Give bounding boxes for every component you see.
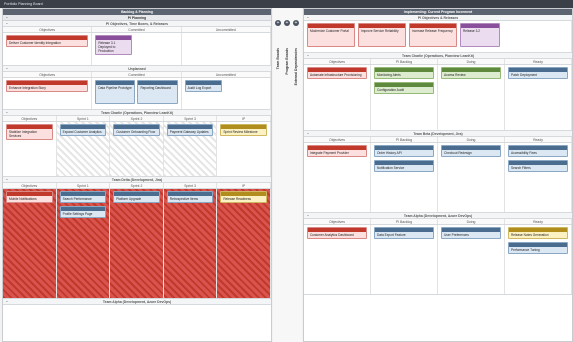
team-boards-label[interactable]: Team Boards: [276, 48, 280, 69]
card[interactable]: Release Notes Generation: [508, 227, 568, 239]
card[interactable]: Customer Onboarding Flow: [113, 124, 160, 136]
card[interactable]: Patch Deployment: [508, 67, 568, 79]
card[interactable]: Stabilize Integration Services: [6, 124, 53, 140]
card[interactable]: Data Export Feature: [374, 227, 434, 239]
card[interactable]: Expand Customer Analytics: [59, 124, 107, 136]
card[interactable]: Checkout Redesign: [441, 145, 501, 157]
team-lane-header[interactable]: − Team Beta (Development, Jira): [304, 131, 572, 137]
card[interactable]: Access Review: [441, 67, 501, 79]
card[interactable]: Release 3.1 Deployed to Production: [95, 35, 133, 55]
card[interactable]: Customer Analytics Dashboard: [307, 227, 367, 239]
team-delta-lane: Mobile Notifications Search Performance P…: [3, 189, 271, 299]
board-switcher: + + + Team Boards Program Boards Externa…: [273, 8, 302, 342]
add-icon[interactable]: +: [293, 20, 299, 26]
card[interactable]: Enhance Integration Story: [6, 80, 89, 92]
card[interactable]: Retrospective Items: [166, 191, 214, 203]
top-bar: Portfolio Planning Board: [0, 0, 573, 8]
card[interactable]: Automate Infrastructure Provisioning: [307, 67, 367, 79]
card[interactable]: Modernize Customer Portal: [307, 23, 355, 47]
unplanned-lane: Enhance Integration Story Data Pipeline …: [3, 78, 271, 110]
card[interactable]: Integrate Payment Provider: [307, 145, 367, 157]
team-charlie-lane: Automate Infrastructure Provisioning Mon…: [304, 65, 572, 131]
objectives-lane-header[interactable]: − PI Objectives, Time Boxes, & Releases: [3, 21, 271, 27]
card[interactable]: Profile Settings Page: [59, 206, 107, 218]
collapse-icon[interactable]: −: [6, 66, 8, 72]
implementing-board: Implementing: Current Program Increment …: [303, 8, 573, 342]
add-icon[interactable]: +: [275, 20, 281, 26]
objectives-lane: Deliver Customer Identity Integration Re…: [3, 33, 271, 66]
team-lane-header[interactable]: − Team Alpha (Development, Azure DevOps): [3, 299, 271, 305]
card[interactable]: Order History API: [374, 145, 434, 157]
objectives-lane: Modernize Customer Portal Improve Servic…: [304, 21, 572, 53]
unplanned-lane-header[interactable]: − Unplanned: [3, 66, 271, 72]
team-charlie-lane: Stabilize Integration Services Expand Cu…: [3, 122, 271, 177]
card[interactable]: Mobile Notifications: [6, 191, 53, 203]
team-lane-header[interactable]: − Team Alpha (Development, Azure DevOps): [304, 213, 572, 219]
card[interactable]: Improve Service Reliability: [358, 23, 406, 47]
card[interactable]: Search Filters: [508, 160, 568, 172]
backlog-planning-board: Backlog & Planning − PI Planning − PI Ob…: [2, 8, 272, 342]
card[interactable]: Release Readiness: [220, 191, 267, 203]
card[interactable]: Reporting Dashboard: [137, 80, 178, 104]
add-icon[interactable]: +: [284, 20, 290, 26]
card[interactable]: Increase Release Frequency: [409, 23, 457, 47]
card[interactable]: Accessibility Fixes: [508, 145, 568, 157]
card[interactable]: Deliver Customer Identity Integration: [6, 35, 89, 47]
team-lane-header[interactable]: − Team Charlie (Operations, Planview Lea…: [3, 110, 271, 116]
card[interactable]: Payment Gateway Updates: [166, 124, 214, 136]
card[interactable]: Configuration Audit: [374, 82, 434, 94]
card[interactable]: Audit Log Export: [184, 80, 222, 92]
team-lane-header[interactable]: − Team Delta (Development, Jira): [3, 177, 271, 183]
card[interactable]: Sprint Review Milestone: [220, 124, 267, 136]
team-lane-header[interactable]: − Team Charlie (Operations, Planview Lea…: [304, 53, 572, 59]
dependencies-label[interactable]: External Dependencies: [294, 48, 298, 85]
app-title: Portfolio Planning Board: [4, 2, 43, 6]
team-beta-lane: Integrate Payment Provider Order History…: [304, 143, 572, 213]
card[interactable]: Data Pipeline Prototype: [95, 80, 136, 104]
card[interactable]: Release 3.2: [460, 23, 500, 47]
card[interactable]: Performance Tuning: [508, 242, 568, 254]
card[interactable]: Search Performance: [59, 191, 107, 203]
card[interactable]: Platform Upgrade: [113, 191, 160, 203]
card[interactable]: Notification Service: [374, 160, 434, 172]
card[interactable]: Monitoring Alerts: [374, 67, 434, 79]
team-alpha-lane: Customer Analytics Dashboard Data Export…: [304, 225, 572, 295]
card[interactable]: User Preferences: [441, 227, 501, 239]
collapse-icon[interactable]: −: [6, 21, 8, 27]
program-boards-label[interactable]: Program Boards: [285, 48, 289, 75]
